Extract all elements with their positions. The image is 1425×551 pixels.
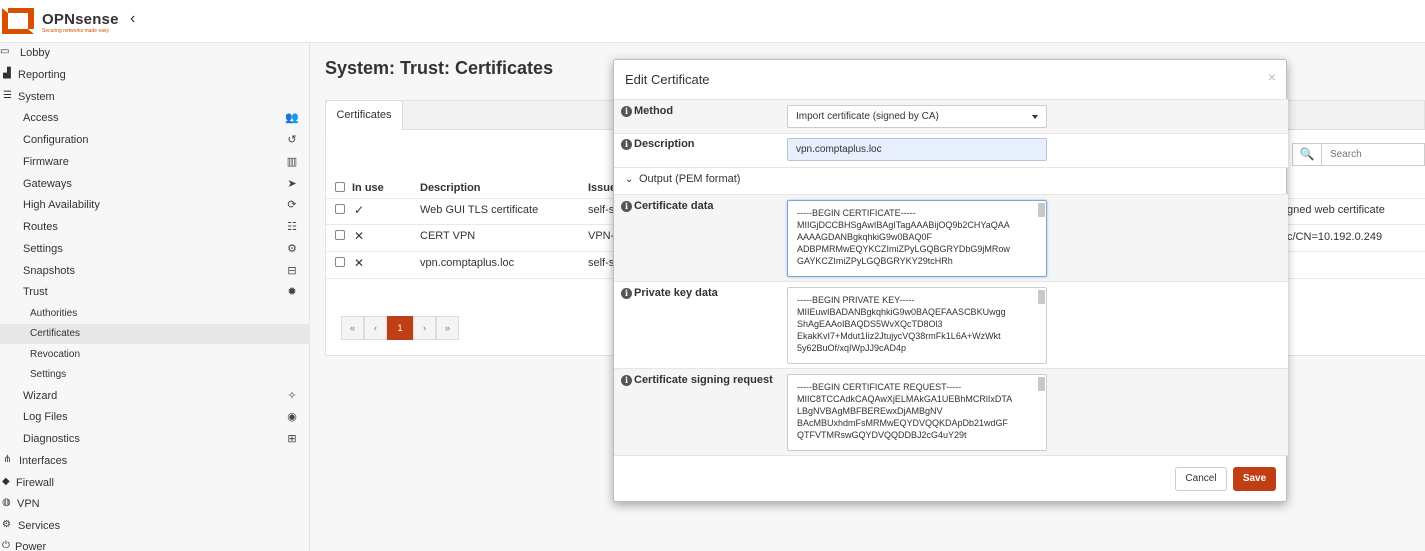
- info-icon[interactable]: i: [621, 288, 632, 299]
- dialog-title: Edit Certificate: [625, 72, 710, 87]
- description-label: Description: [634, 138, 695, 150]
- info-icon[interactable]: i: [621, 201, 632, 212]
- method-select[interactable]: Import certificate (signed by CA): [787, 105, 1047, 128]
- row-divider: [614, 167, 1288, 168]
- method-label: Method: [634, 105, 674, 117]
- chevron-down-icon: ⌄: [625, 174, 634, 185]
- private-key-label: Private key data: [634, 287, 718, 299]
- info-icon[interactable]: i: [621, 375, 632, 386]
- certificate-data-label: Certificate data: [634, 200, 714, 212]
- private-key-textarea[interactable]: -----BEGIN PRIVATE KEY----- MIIEuwIBADAN…: [787, 287, 1047, 364]
- csr-label: Certificate signing request: [634, 374, 773, 386]
- certificate-data-textarea[interactable]: -----BEGIN CERTIFICATE----- MIIGjDCCBHSg…: [787, 200, 1047, 277]
- method-value: Import certificate (signed by CA): [796, 111, 939, 122]
- info-icon[interactable]: i: [621, 106, 632, 117]
- cancel-button[interactable]: Cancel: [1175, 467, 1227, 491]
- scrollbar-thumb[interactable]: [1038, 377, 1045, 391]
- description-field[interactable]: [787, 138, 1047, 161]
- scrollbar-thumb[interactable]: [1038, 290, 1045, 304]
- scrollbar-thumb[interactable]: [1038, 203, 1045, 217]
- section-header-output[interactable]: ⌄ Output (PEM format): [625, 173, 740, 185]
- caret-down-icon: [1032, 115, 1038, 119]
- save-button[interactable]: Save: [1233, 467, 1276, 491]
- dialog-footer-divider: [614, 455, 1288, 456]
- edit-certificate-dialog: Edit Certificate × i Method Import certi…: [613, 59, 1288, 502]
- close-icon[interactable]: ×: [1268, 69, 1276, 85]
- csr-textarea[interactable]: -----BEGIN CERTIFICATE REQUEST----- MIIC…: [787, 374, 1047, 451]
- info-icon[interactable]: i: [621, 139, 632, 150]
